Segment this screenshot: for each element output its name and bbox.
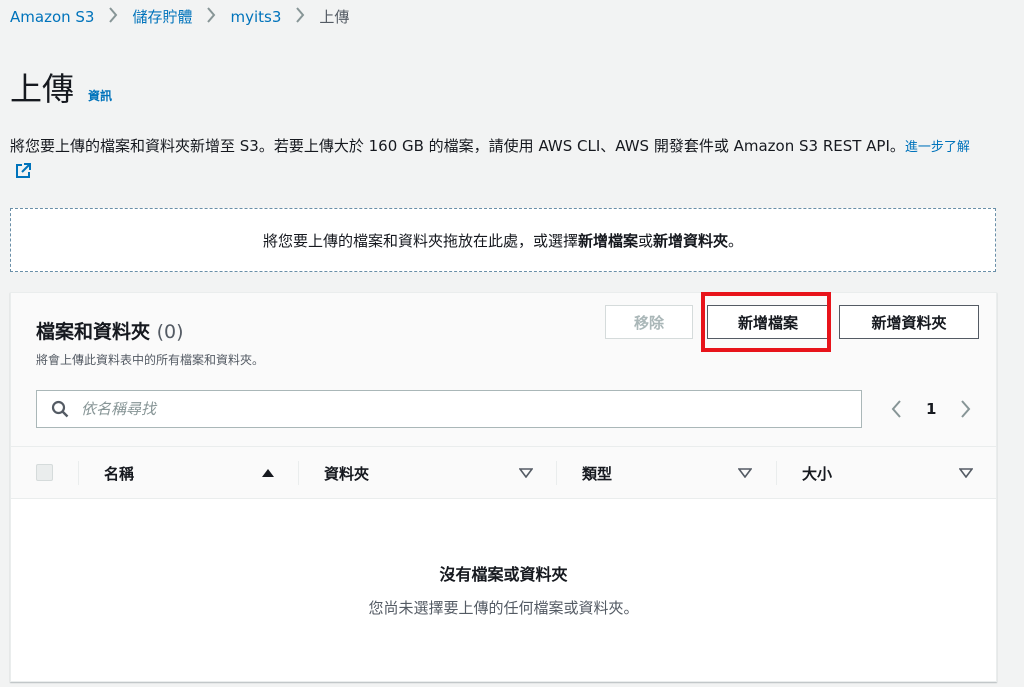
column-header-folder[interactable]: 資料夾: [324, 447, 369, 499]
select-all-checkbox[interactable]: [36, 464, 53, 481]
table-header: 名稱 資料夾 類型 大小: [11, 446, 996, 499]
add-folder-button[interactable]: 新增資料夾: [839, 305, 979, 339]
empty-state-subtitle: 您尚未選擇要上傳的任何檔案或資料夾。: [368, 599, 639, 617]
files-folders-panel: 檔案和資料夾 (0) 將會上傳此資料表中的所有檔案和資料夾。 移除 新增檔案 新…: [10, 292, 997, 682]
breadcrumb-current: 上傳: [319, 8, 350, 26]
pagination: 1: [884, 397, 978, 421]
dropzone-prefix: 將您要上傳的檔案和資料夾拖放在此處，或選擇: [262, 231, 578, 250]
column-header-name[interactable]: 名稱: [104, 447, 134, 499]
column-header-size[interactable]: 大小: [802, 447, 832, 499]
breadcrumb-amazon-s3[interactable]: Amazon S3: [10, 8, 94, 26]
dropzone-add-files: 新增檔案: [577, 231, 638, 250]
panel-title-text: 檔案和資料夾: [36, 321, 151, 343]
column-divider: [78, 461, 79, 485]
sort-descending-icon[interactable]: [959, 447, 973, 499]
column-divider: [776, 461, 777, 485]
column-divider: [556, 461, 557, 485]
panel-title: 檔案和資料夾 (0): [36, 317, 184, 344]
column-header-type[interactable]: 類型: [582, 447, 612, 499]
panel-subtitle: 將會上傳此資料表中的所有檔案和資料夾。: [36, 353, 265, 367]
breadcrumb: Amazon S3 儲存貯體 myits3 上傳: [10, 6, 349, 27]
panel-header: 檔案和資料夾 (0) 將會上傳此資料表中的所有檔案和資料夾。 移除 新增檔案 新…: [11, 292, 996, 446]
description-text: 將您要上傳的檔案和資料夾新增至 S3。若要上傳大於 160 GB 的檔案，請使用…: [10, 137, 905, 155]
dropzone-suffix: 。: [728, 231, 744, 250]
chevron-right-icon[interactable]: [954, 397, 978, 421]
breadcrumb-buckets[interactable]: 儲存貯體: [132, 6, 192, 27]
page-header: 上傳 資訊: [10, 64, 112, 110]
info-link[interactable]: 資訊: [88, 87, 112, 104]
chevron-right-icon: [206, 6, 216, 27]
search-icon: [51, 400, 69, 418]
drop-zone[interactable]: 將您要上傳的檔案和資料夾拖放在此處，或選擇 新增檔案或新增資料夾。: [10, 208, 996, 272]
item-count: (0): [156, 321, 184, 343]
sort-descending-icon[interactable]: [519, 447, 533, 499]
breadcrumb-bucket-myits3[interactable]: myits3: [230, 8, 281, 26]
sort-descending-icon[interactable]: [738, 447, 752, 499]
search-box[interactable]: [36, 390, 862, 428]
empty-state-title: 沒有檔案或資料夾: [439, 565, 568, 584]
column-divider: [298, 461, 299, 485]
page-number[interactable]: 1: [926, 400, 936, 418]
remove-button[interactable]: 移除: [605, 305, 693, 339]
search-input[interactable]: [81, 400, 821, 418]
learn-more-label: 進一步了解: [904, 140, 970, 155]
dropzone-or: 或: [637, 231, 653, 250]
chevron-left-icon[interactable]: [884, 397, 908, 421]
page-description: 將您要上傳的檔案和資料夾新增至 S3。若要上傳大於 160 GB 的檔案，請使用…: [10, 134, 970, 189]
chevron-right-icon: [108, 6, 118, 27]
add-files-button[interactable]: 新增檔案: [707, 305, 829, 339]
page-title: 上傳: [10, 70, 75, 108]
external-link-icon: [14, 162, 32, 189]
sort-ascending-icon[interactable]: [261, 447, 275, 499]
chevron-right-icon: [295, 6, 305, 27]
dropzone-add-folder: 新增資料夾: [653, 231, 729, 250]
